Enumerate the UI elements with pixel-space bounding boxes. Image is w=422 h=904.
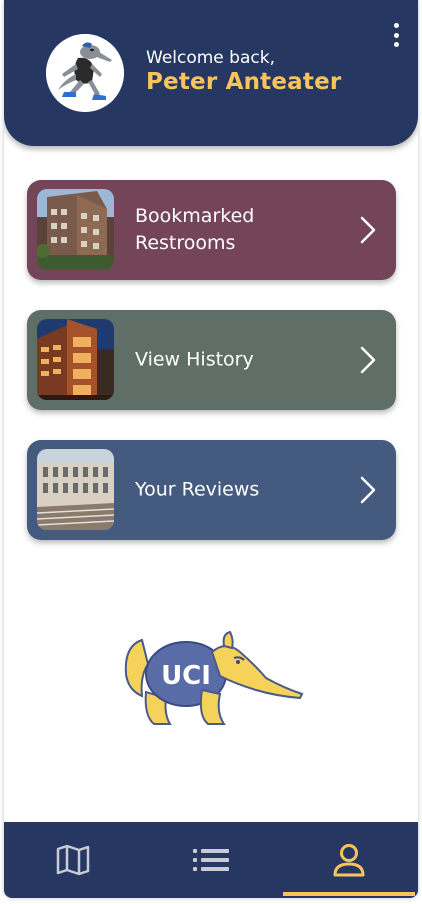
your-reviews-card[interactable]: Your Reviews bbox=[27, 440, 396, 540]
bookmarked-restrooms-card[interactable]: Bookmarked Restrooms bbox=[27, 180, 396, 280]
uci-anteater-logo-icon: UCI bbox=[124, 630, 304, 725]
card-label: Bookmarked Restrooms bbox=[135, 205, 255, 254]
mascot-uci-text: UCI bbox=[161, 661, 211, 691]
profile-header: Welcome back, Peter Anteater bbox=[4, 0, 418, 146]
avatar[interactable] bbox=[46, 34, 124, 112]
list-icon bbox=[193, 849, 229, 871]
anteater-runner-avatar-icon bbox=[46, 34, 124, 112]
kebab-menu-icon[interactable] bbox=[384, 20, 408, 50]
nav-list[interactable] bbox=[142, 822, 280, 898]
building-photo-1 bbox=[37, 189, 114, 270]
chevron-right-icon bbox=[360, 346, 376, 374]
welcome-text: Welcome back, bbox=[146, 48, 275, 68]
app-screen: Welcome back, Peter Anteater Bookmarked … bbox=[4, 0, 418, 898]
card-label: Your Reviews bbox=[135, 478, 260, 501]
bottom-nav bbox=[4, 822, 418, 898]
building-photo-3 bbox=[37, 449, 114, 530]
card-label: View History bbox=[135, 348, 254, 371]
building-photo-2 bbox=[37, 319, 114, 400]
view-history-card[interactable]: View History bbox=[27, 310, 396, 410]
nav-profile[interactable] bbox=[280, 822, 418, 898]
active-tab-indicator bbox=[283, 892, 415, 896]
person-icon bbox=[333, 844, 365, 877]
nav-map[interactable] bbox=[4, 822, 142, 898]
chevron-right-icon bbox=[360, 216, 376, 244]
username: Peter Anteater bbox=[146, 69, 342, 95]
map-icon bbox=[56, 844, 90, 876]
chevron-right-icon bbox=[360, 476, 376, 504]
